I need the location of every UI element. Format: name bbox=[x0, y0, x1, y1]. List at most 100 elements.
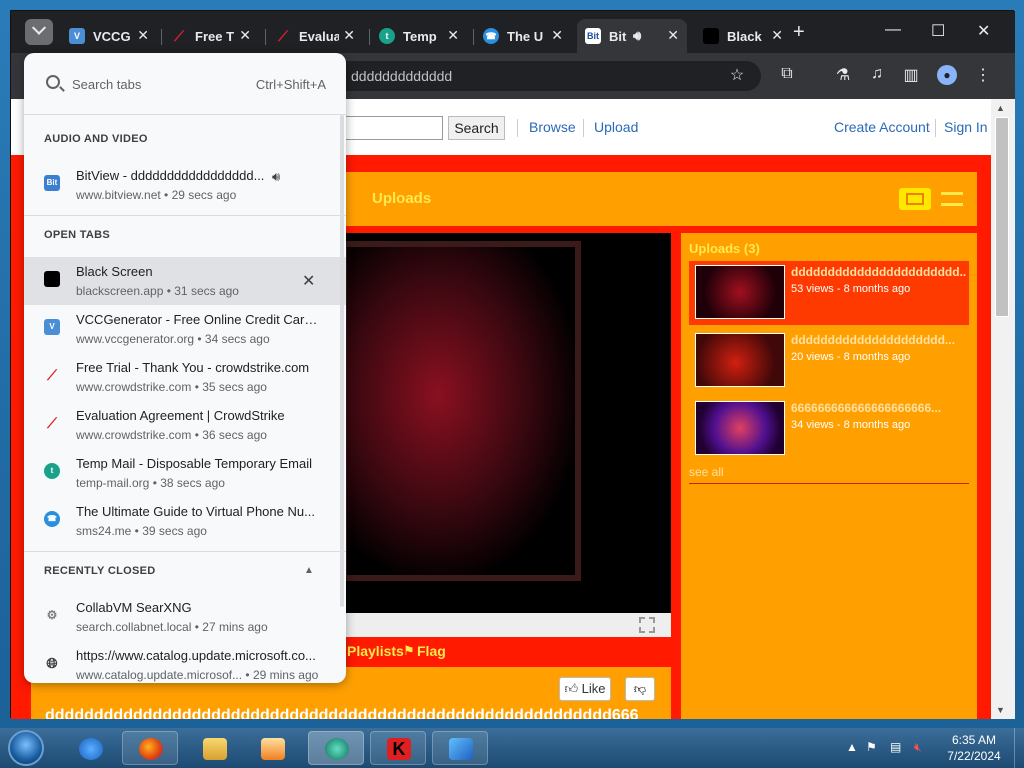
tab-evaluation[interactable]: ⟋ Evalua ✕ bbox=[267, 19, 363, 53]
show-hidden-icons[interactable]: ▲ bbox=[846, 740, 858, 754]
tab-temp-mail[interactable]: t Temp ✕ bbox=[371, 19, 467, 53]
uploads-heading[interactable]: Uploads bbox=[372, 190, 431, 207]
video-thumbnail[interactable] bbox=[695, 265, 785, 319]
player-view-button[interactable] bbox=[899, 188, 931, 210]
list-item[interactable]: Bit BitView - ddddddddddddddddd... 🔊︎ ww… bbox=[24, 161, 346, 209]
close-tab-icon[interactable]: ✕ bbox=[137, 27, 149, 44]
list-item[interactable]: t Temp Mail - Disposable Temporary Email… bbox=[24, 449, 346, 497]
crowdstrike-icon: ⟋ bbox=[278, 28, 288, 44]
upload-title[interactable]: 666666666666666666666... bbox=[791, 401, 967, 415]
tab-free-trial[interactable]: ⟋ Free T ✕ bbox=[163, 19, 259, 53]
tab-title: Evalua bbox=[299, 28, 339, 44]
tab-vccgenerator[interactable]: V VCCG ✕ bbox=[61, 19, 157, 53]
network-icon[interactable]: ▤ bbox=[890, 740, 901, 754]
see-all-link[interactable]: see all bbox=[689, 465, 724, 479]
show-desktop-button[interactable] bbox=[1014, 728, 1024, 768]
fullscreen-icon[interactable] bbox=[639, 617, 655, 633]
minimize-button[interactable]: — bbox=[885, 21, 901, 39]
system-clock[interactable]: 6:35 AM 7/22/2024 bbox=[944, 732, 1004, 764]
tab-title: Temp bbox=[403, 28, 437, 44]
item-title: Evaluation Agreement | CrowdStrike bbox=[76, 408, 285, 423]
taskbar-media-player[interactable] bbox=[244, 731, 300, 765]
item-title: The Ultimate Guide to Virtual Phone Nu..… bbox=[76, 504, 315, 519]
tab-black-screen[interactable]: Black ✕ bbox=[695, 19, 791, 53]
taskbar-ie[interactable] bbox=[62, 731, 118, 765]
scrollbar-thumb[interactable] bbox=[995, 117, 1009, 317]
sidebar-heading[interactable]: Uploads (3) bbox=[689, 241, 760, 256]
list-item[interactable]: ⚙ CollabVM SearXNG search.collabnet.loca… bbox=[24, 593, 346, 641]
list-item[interactable]: ⟋ Free Trial - Thank You - crowdstrike.c… bbox=[24, 353, 346, 401]
upload-title[interactable]: ddddddddddddddddddddddd... bbox=[791, 265, 967, 279]
taskbar-kaspersky[interactable]: K bbox=[370, 731, 426, 765]
upload-item[interactable]: ddddddddddddddddddddddd... 53 views - 8 … bbox=[689, 261, 969, 325]
extensions-icon[interactable]: ⧉ bbox=[777, 65, 797, 85]
side-panel-icon[interactable]: ▥ bbox=[901, 65, 921, 85]
site-search-button[interactable]: Search bbox=[448, 116, 505, 140]
site-search-input[interactable] bbox=[331, 116, 443, 140]
close-tab-icon[interactable]: ✕ bbox=[447, 27, 459, 44]
list-item[interactable]: ⟋ Evaluation Agreement | CrowdStrike www… bbox=[24, 401, 346, 449]
tab-bitview[interactable]: Bit Bit 🔊︎ ✕ bbox=[577, 19, 687, 53]
item-subtitle: blackscreen.app • 31 secs ago bbox=[76, 284, 239, 298]
bookmark-star-icon[interactable]: ☆ bbox=[727, 65, 747, 85]
tab-search-button[interactable] bbox=[25, 19, 53, 45]
nav-upload-link[interactable]: Upload bbox=[594, 119, 638, 135]
scroll-up-icon[interactable]: ▲ bbox=[996, 103, 1005, 113]
collapse-caret-icon[interactable]: ▲ bbox=[304, 565, 314, 576]
labs-flask-icon[interactable]: ⚗ bbox=[833, 65, 853, 85]
section-divider bbox=[24, 551, 346, 552]
browser-icon bbox=[325, 738, 349, 760]
taskbar-browser[interactable] bbox=[308, 731, 364, 765]
scroll-down-icon[interactable]: ▼ bbox=[996, 705, 1005, 715]
close-tab-icon[interactable]: ✕ bbox=[771, 27, 783, 44]
taskbar-firefox[interactable] bbox=[122, 731, 178, 765]
popup-scrollbar[interactable] bbox=[340, 115, 344, 607]
speaker-icon[interactable]: 🔊︎ bbox=[633, 28, 641, 44]
maximize-button[interactable]: ☐ bbox=[931, 21, 945, 41]
new-tab-button[interactable]: + bbox=[793, 21, 805, 44]
vcc-icon: V bbox=[44, 319, 60, 335]
list-item[interactable]: ☎ The Ultimate Guide to Virtual Phone Nu… bbox=[24, 497, 346, 545]
close-window-button[interactable]: ✕ bbox=[977, 21, 990, 41]
like-label: Like bbox=[581, 681, 606, 696]
shortcut-hint: Ctrl+Shift+A bbox=[255, 77, 326, 92]
media-controls-icon[interactable]: ♫ bbox=[867, 65, 887, 85]
flag-link[interactable]: Flag bbox=[417, 643, 446, 659]
address-bar[interactable]: ddddddddddddd bbox=[311, 61, 761, 91]
create-account-link[interactable]: Create Account bbox=[834, 119, 930, 135]
taskbar-registry[interactable] bbox=[432, 731, 488, 765]
nav-browse-link[interactable]: Browse bbox=[529, 119, 576, 135]
page-scrollbar[interactable]: ▲ ▼ bbox=[991, 99, 1015, 719]
list-item[interactable]: 🌐︎ https://www.catalog.update.microsoft.… bbox=[24, 641, 346, 683]
grid-view-icon[interactable] bbox=[941, 192, 963, 206]
close-tab-icon[interactable]: ✕ bbox=[667, 27, 679, 44]
list-item[interactable]: Black Screen blackscreen.app • 31 secs a… bbox=[24, 257, 346, 305]
close-icon[interactable]: ✕ bbox=[302, 271, 315, 291]
video-thumbnail[interactable] bbox=[695, 333, 785, 387]
close-tab-icon[interactable]: ✕ bbox=[239, 27, 251, 44]
tab-search-field[interactable]: Search tabs Ctrl+Shift+A bbox=[24, 53, 346, 115]
menu-kebab-icon[interactable]: ⋮ bbox=[973, 65, 993, 85]
upload-title[interactable]: ddddddddddddddddddddd... bbox=[791, 333, 967, 347]
action-center-flag-icon[interactable]: ⚑ bbox=[866, 740, 877, 754]
thumbs-down-icon: 👎︎ bbox=[633, 682, 647, 696]
volume-muted-icon[interactable]: 🔇︎ bbox=[914, 740, 922, 755]
item-subtitle: www.crowdstrike.com • 35 secs ago bbox=[76, 380, 267, 394]
upload-item[interactable]: ddddddddddddddddddddd... 20 views - 8 mo… bbox=[689, 329, 969, 393]
close-tab-icon[interactable]: ✕ bbox=[551, 27, 563, 44]
tab-sms24[interactable]: ☎ The U ✕ bbox=[475, 19, 571, 53]
flag-icon: ⚑ bbox=[403, 643, 415, 658]
playlists-link[interactable]: Playlists bbox=[347, 643, 404, 659]
dislike-button[interactable]: 👎︎ bbox=[625, 677, 655, 701]
profile-avatar-icon[interactable]: ● bbox=[937, 65, 957, 85]
clock-date: 7/22/2024 bbox=[947, 749, 1001, 763]
start-button[interactable] bbox=[8, 730, 44, 766]
like-button[interactable]: 👍︎ Like bbox=[559, 677, 611, 701]
tab-title: Bit bbox=[609, 28, 627, 44]
video-thumbnail[interactable] bbox=[695, 401, 785, 455]
sign-in-link[interactable]: Sign In bbox=[944, 119, 988, 135]
close-tab-icon[interactable]: ✕ bbox=[343, 27, 355, 44]
upload-item[interactable]: 666666666666666666666... 34 views - 8 mo… bbox=[689, 397, 969, 461]
taskbar-explorer[interactable] bbox=[186, 731, 242, 765]
list-item[interactable]: V VCCGenerator - Free Online Credit Card… bbox=[24, 305, 346, 353]
